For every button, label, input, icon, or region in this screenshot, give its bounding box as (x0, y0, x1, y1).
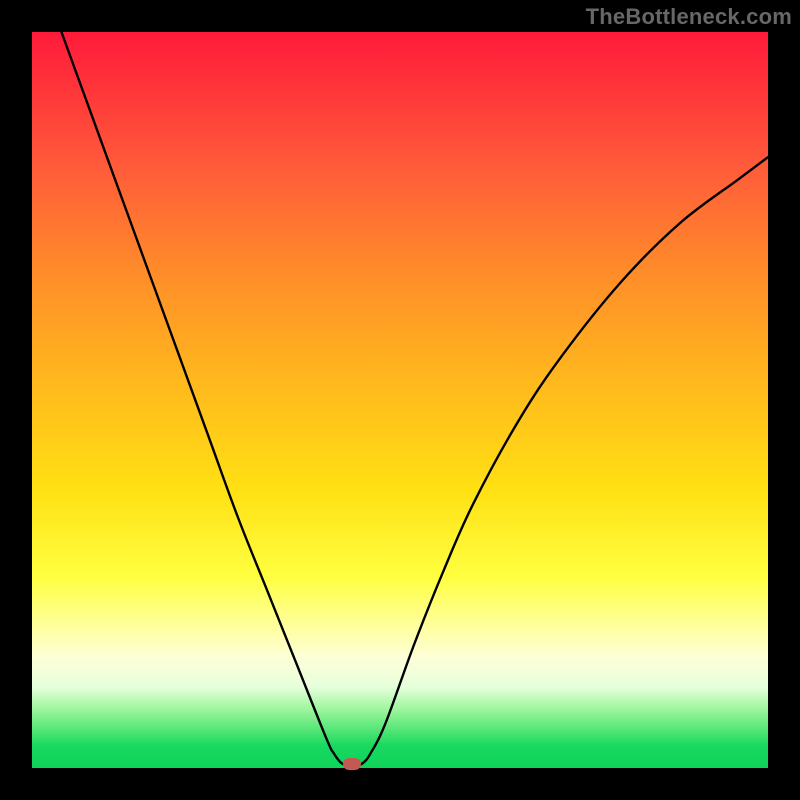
curve-svg (32, 32, 768, 768)
minimum-marker (343, 758, 361, 770)
chart-frame: TheBottleneck.com (0, 0, 800, 800)
curve-path (61, 32, 768, 766)
plot-area (32, 32, 768, 768)
watermark-text: TheBottleneck.com (586, 4, 792, 30)
